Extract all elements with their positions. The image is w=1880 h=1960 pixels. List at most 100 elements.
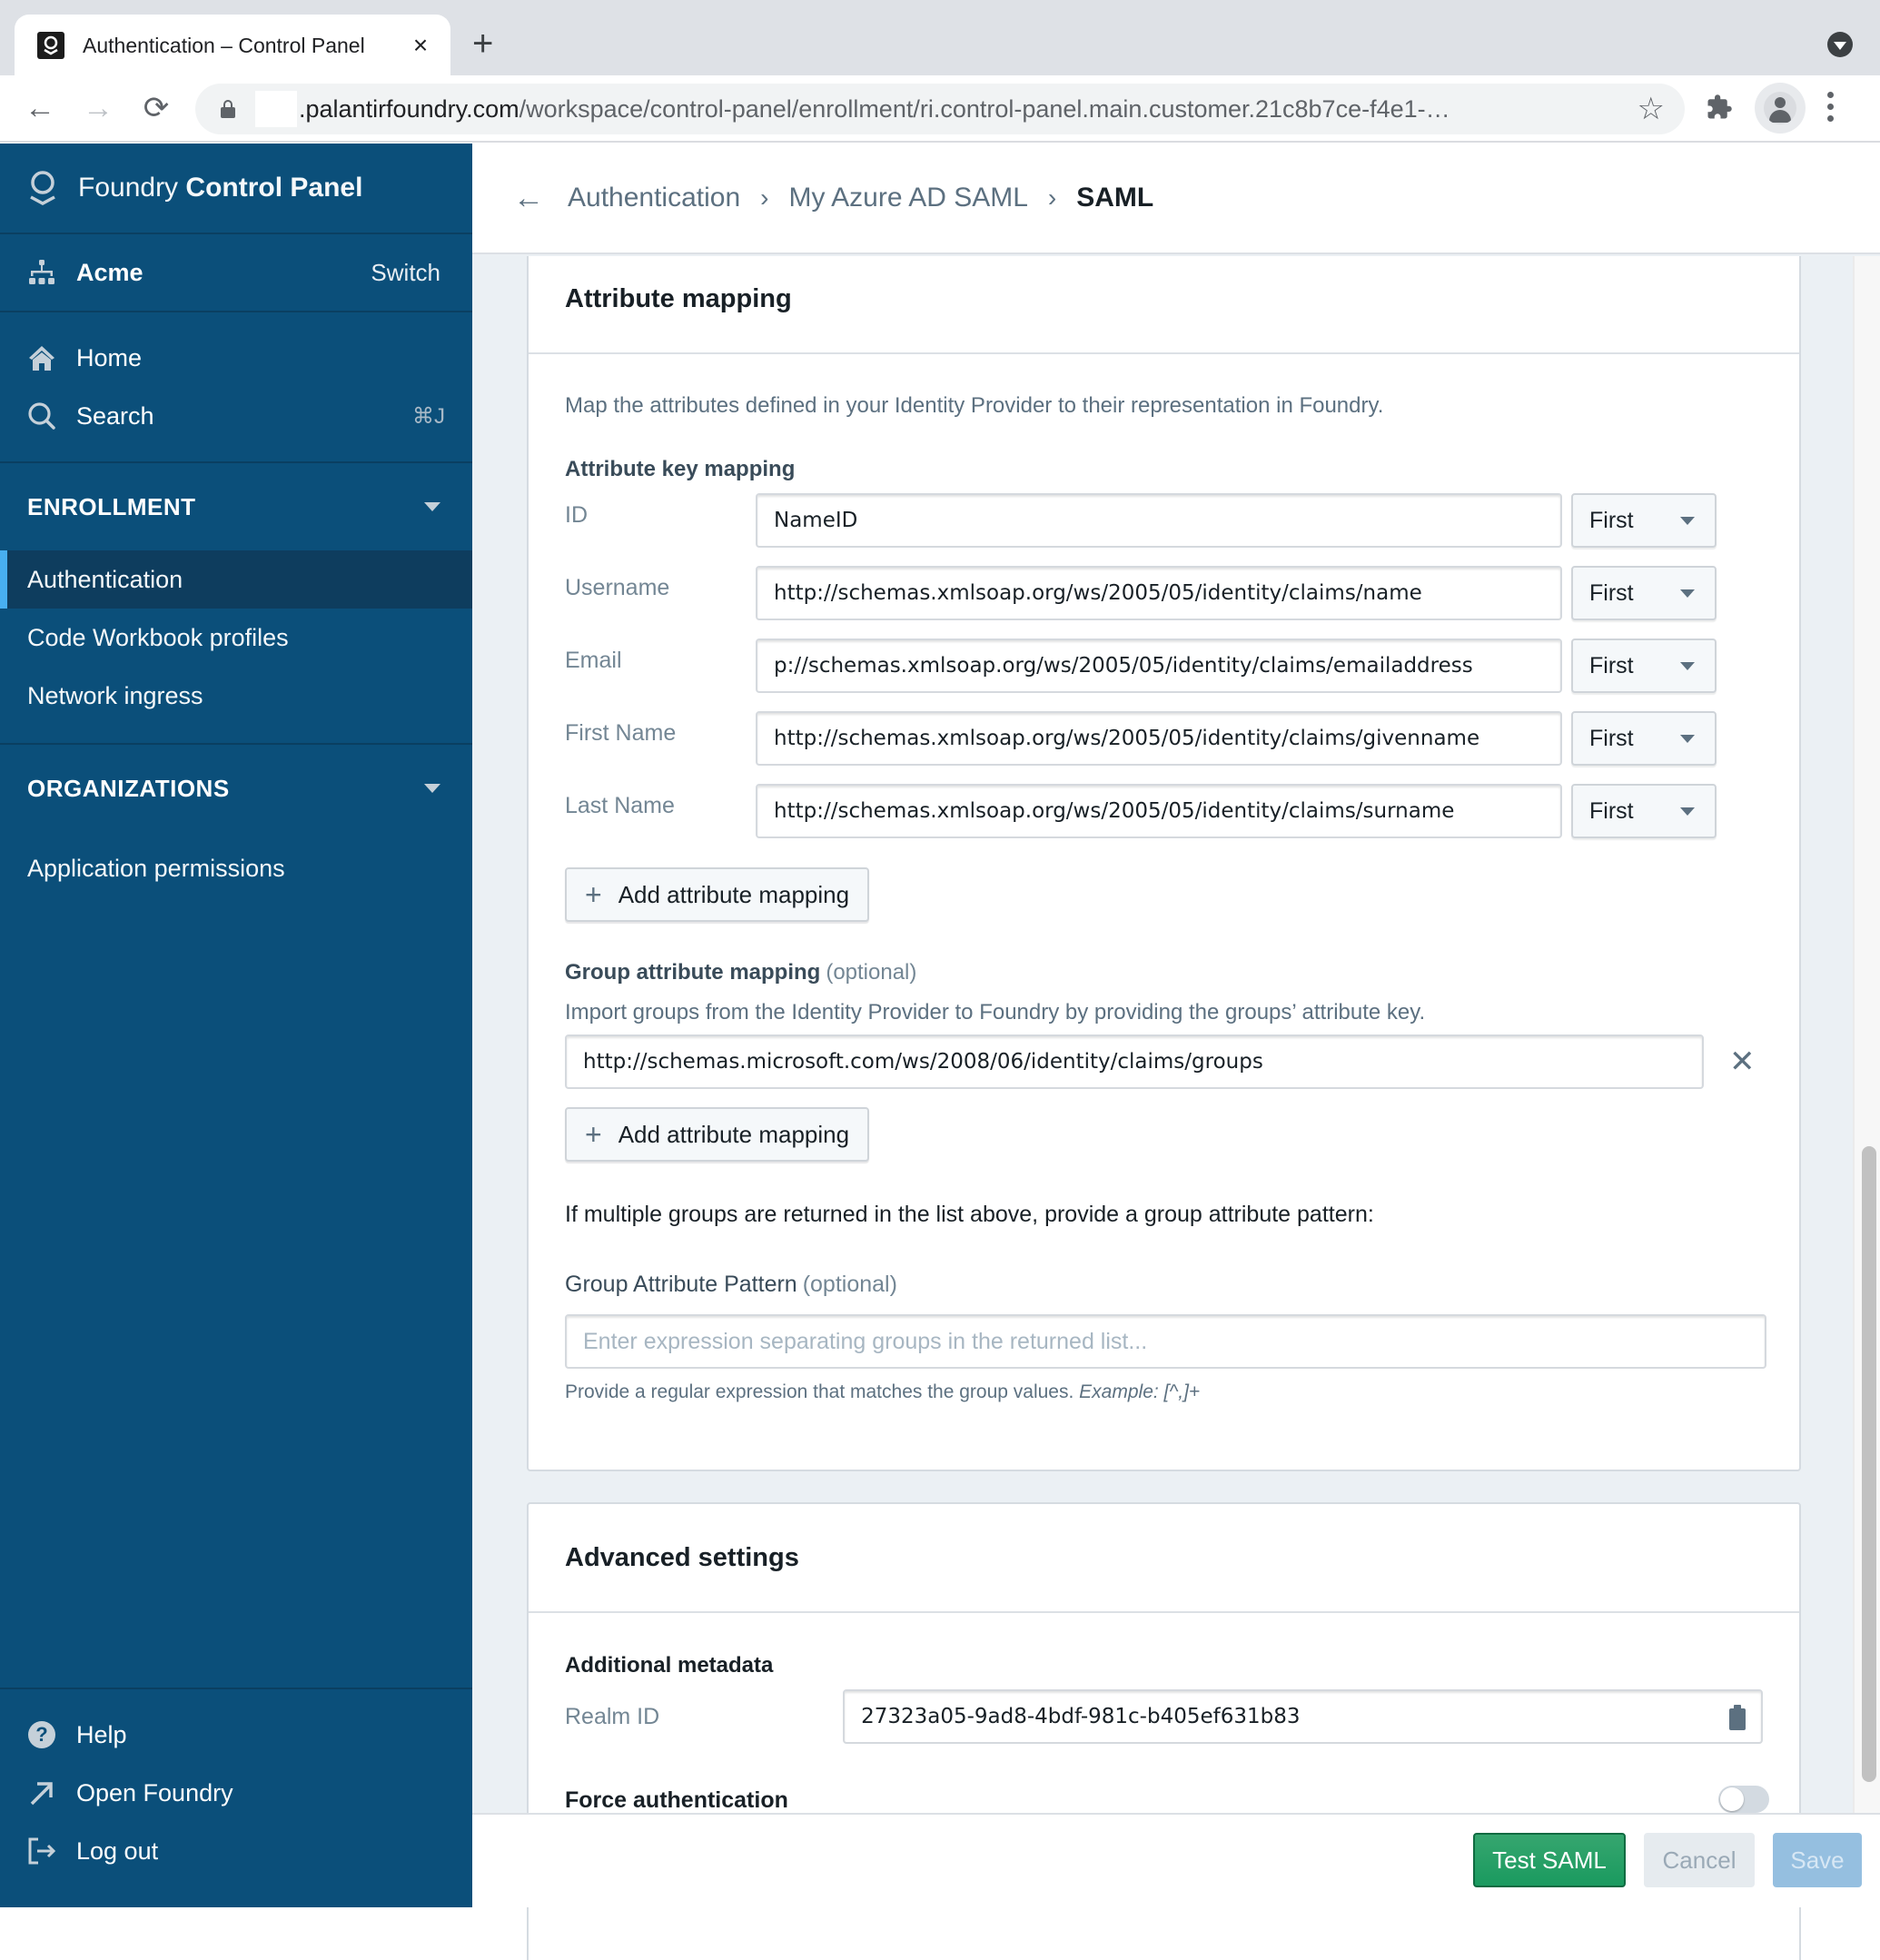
- palantir-favicon-icon: [37, 32, 64, 59]
- sidebar-item-network-ingress[interactable]: Network ingress: [0, 667, 472, 725]
- section-title: ENROLLMENT: [27, 492, 196, 520]
- mapping-email-select[interactable]: First: [1571, 638, 1717, 693]
- sidebar-item-application-permissions[interactable]: Application permissions: [0, 839, 472, 897]
- browser-menu-icon[interactable]: [1827, 92, 1835, 122]
- mapping-label: Last Name: [565, 793, 675, 818]
- sidebar-item-authentication[interactable]: Authentication: [0, 550, 472, 609]
- tab-close-icon[interactable]: ×: [407, 33, 434, 58]
- mapping-label: ID: [565, 502, 588, 528]
- sidebar-item-code-workbook-profiles[interactable]: Code Workbook profiles: [0, 609, 472, 667]
- add-attribute-mapping-button[interactable]: + Add attribute mapping: [565, 867, 870, 922]
- section-title: ORGANIZATIONS: [27, 774, 230, 802]
- sidebar-item-open-foundry[interactable]: Open Foundry: [0, 1764, 472, 1822]
- bookmark-star-icon[interactable]: ☆: [1638, 91, 1665, 127]
- page-header: ← Authentication › My Azure AD SAML › SA…: [472, 144, 1880, 254]
- button-label: Add attribute mapping: [618, 1120, 850, 1148]
- mapping-first-name-input[interactable]: http://schemas.xmlsoap.org/ws/2005/05/id…: [756, 711, 1562, 766]
- sidebar-item-log-out[interactable]: Log out: [0, 1822, 472, 1880]
- mapping-first-name-select[interactable]: First: [1571, 711, 1717, 766]
- back-arrow-icon[interactable]: ←: [20, 88, 60, 128]
- mapping-username-input[interactable]: http://schemas.xmlsoap.org/ws/2005/05/id…: [756, 566, 1562, 620]
- add-group-attribute-mapping-button[interactable]: + Add attribute mapping: [565, 1107, 870, 1162]
- app-title-bold: Control Panel: [185, 173, 363, 203]
- forward-arrow-icon[interactable]: →: [78, 88, 118, 128]
- sidebar-item-search[interactable]: Search ⌘J: [0, 387, 472, 445]
- save-button[interactable]: Save: [1773, 1833, 1862, 1887]
- realm-id-input[interactable]: 27323a05-9ad8-4bdf-981c-b405ef631b83: [843, 1689, 1763, 1744]
- mapping-email-input[interactable]: p://schemas.xmlsoap.org/ws/2005/05/ident…: [756, 638, 1562, 693]
- sidebar-item-label: Log out: [76, 1836, 159, 1865]
- sidebar-brand[interactable]: Foundry Control Panel: [0, 144, 472, 234]
- section-header-organizations[interactable]: ORGANIZATIONS: [0, 745, 472, 832]
- attribute-mapping-body: Map the attributes defined in your Ident…: [529, 354, 1799, 1403]
- extensions-puzzle-icon[interactable]: [1706, 94, 1733, 128]
- back-arrow-icon[interactable]: ←: [513, 181, 544, 216]
- breadcrumb-authentication[interactable]: Authentication: [568, 183, 740, 213]
- scrollbar[interactable]: [1853, 256, 1880, 1813]
- tab-title: Authentication – Control Panel: [83, 33, 365, 57]
- sidebar-nav: Home Search ⌘J: [0, 312, 472, 463]
- breadcrumb-current: SAML: [1076, 183, 1154, 213]
- chevron-right-icon: ›: [760, 183, 769, 212]
- new-tab-button[interactable]: +: [472, 25, 493, 62]
- profile-avatar-icon[interactable]: [1755, 83, 1806, 134]
- foundry-logo-icon: [30, 171, 55, 205]
- group-mapping-row: http://schemas.microsoft.com/ws/2008/06/…: [565, 1034, 1763, 1089]
- card-title: Advanced settings: [529, 1504, 1799, 1613]
- reload-icon[interactable]: ⟳: [136, 88, 176, 128]
- sidebar-item-help[interactable]: ? Help: [0, 1706, 472, 1764]
- mapping-id-select[interactable]: First: [1571, 493, 1717, 548]
- caret-down-icon: [1680, 661, 1695, 670]
- force-authentication-toggle[interactable]: [1718, 1786, 1769, 1813]
- scrollbar-thumb[interactable]: [1862, 1146, 1876, 1782]
- mapping-label: Username: [565, 575, 670, 600]
- pattern-placeholder: Enter expression separating groups in th…: [583, 1328, 1148, 1354]
- mapping-row-id: ID NameID First: [565, 493, 1763, 548]
- advanced-settings-body: Additional metadata Realm ID 27323a05-9a…: [529, 1613, 1799, 1814]
- lock-icon: [221, 100, 235, 118]
- optional-tag: (optional): [826, 960, 917, 985]
- mapping-username-select[interactable]: First: [1571, 566, 1717, 620]
- cancel-button[interactable]: Cancel: [1644, 1833, 1755, 1887]
- mapping-id-input[interactable]: NameID: [756, 493, 1562, 548]
- attribute-key-mapping-heading: Attribute key mapping: [565, 457, 796, 481]
- helper-example: Example: [^,]+: [1079, 1381, 1201, 1402]
- group-attribute-pattern-input[interactable]: Enter expression separating groups in th…: [565, 1314, 1766, 1369]
- remove-group-mapping-icon[interactable]: ✕: [1729, 1044, 1756, 1080]
- select-value: First: [1589, 579, 1634, 606]
- pattern-label-text: Group Attribute Pattern: [565, 1272, 797, 1297]
- app-title-light: Foundry: [78, 173, 179, 203]
- url-text[interactable]: .palantirfoundry.com/workspace/control-p…: [299, 95, 1588, 124]
- group-attribute-input[interactable]: http://schemas.microsoft.com/ws/2008/06/…: [565, 1034, 1704, 1089]
- app-title: Foundry Control Panel: [78, 173, 362, 203]
- mapping-last-name-select[interactable]: First: [1571, 784, 1717, 838]
- sidebar-item-home[interactable]: Home: [0, 329, 472, 387]
- mapping-row-email: Email p://schemas.xmlsoap.org/ws/2005/05…: [565, 638, 1763, 693]
- browser-tab[interactable]: Authentication – Control Panel ×: [15, 15, 450, 76]
- tab-search-icon[interactable]: [1827, 32, 1853, 57]
- sidebar: Foundry Control Panel Acme Switch Home S…: [0, 144, 472, 1907]
- test-saml-button[interactable]: Test SAML: [1473, 1833, 1626, 1887]
- sidebar-item-label: Search: [76, 401, 154, 430]
- url-path: /workspace/control-panel/enrollment/ri.c…: [519, 94, 1450, 123]
- mapping-last-name-input[interactable]: http://schemas.xmlsoap.org/ws/2005/05/id…: [756, 784, 1562, 838]
- clipboard-icon[interactable]: [1728, 1704, 1746, 1731]
- search-shortcut: ⌘J: [412, 403, 445, 429]
- org-name: Acme: [76, 258, 143, 286]
- mapping-label: Email: [565, 648, 622, 673]
- realm-id-label: Realm ID: [565, 1703, 660, 1729]
- caret-down-icon: [424, 502, 440, 511]
- home-icon: [27, 343, 56, 372]
- url-domain: .palantirfoundry.com: [299, 94, 519, 123]
- org-switch-button[interactable]: Switch: [371, 259, 440, 287]
- section-header-enrollment[interactable]: ENROLLMENT: [0, 463, 472, 550]
- org-switcher[interactable]: Acme Switch: [0, 234, 472, 312]
- org-hierarchy-icon: [29, 260, 54, 284]
- breadcrumb: Authentication › My Azure AD SAML › SAML: [568, 183, 1153, 213]
- select-value: First: [1589, 797, 1634, 824]
- search-icon: [27, 401, 56, 431]
- address-bar[interactable]: .palantirfoundry.com/workspace/control-p…: [195, 84, 1685, 134]
- select-value: First: [1589, 652, 1634, 678]
- card-title: Attribute mapping: [529, 256, 1799, 354]
- breadcrumb-my-azure-ad-saml[interactable]: My Azure AD SAML: [788, 183, 1027, 213]
